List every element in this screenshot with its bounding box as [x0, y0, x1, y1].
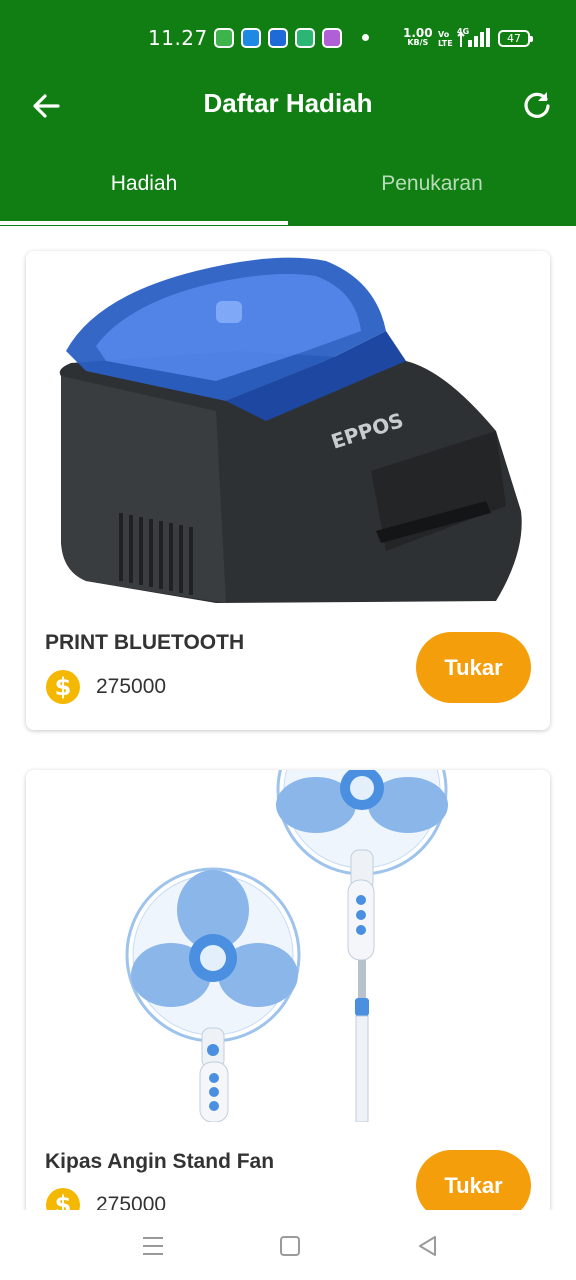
- thermal-printer-image: EPPOS: [26, 251, 550, 603]
- notification-app-icon: [295, 28, 315, 48]
- back-triangle-icon[interactable]: [414, 1232, 442, 1260]
- status-bar: 11.27 1.00 KB/S Vo LTE 4G 47: [0, 0, 576, 78]
- tukar-button[interactable]: Tukar: [416, 632, 531, 703]
- more-notifications-dot-icon: [362, 34, 369, 41]
- refresh-button[interactable]: [520, 88, 554, 122]
- reward-card: Kipas Angin Stand Fan $ 275000 Tukar: [26, 770, 550, 1250]
- stand-fan-image: [26, 770, 550, 1122]
- status-time: 11.27: [148, 26, 208, 50]
- item-name: Kipas Angin Stand Fan: [45, 1150, 275, 1173]
- tab-indicator: [0, 221, 288, 225]
- battery-level: 47: [507, 32, 521, 45]
- battery-icon: 47: [498, 30, 533, 47]
- refresh-icon: [524, 92, 550, 118]
- page-title: Daftar Hadiah: [203, 88, 373, 118]
- app-bar: Daftar Hadiah Hadiah Penukaran: [0, 78, 576, 226]
- item-points: 275000: [96, 675, 167, 698]
- tab-penukaran[interactable]: Penukaran: [288, 172, 576, 196]
- reward-card: EPPOS PRINT BLUETOOTH $ 275000 Tukar: [26, 251, 550, 730]
- net-speed-unit: KB/S: [407, 38, 429, 47]
- system-nav-bar: [0, 1210, 576, 1280]
- signal-icon: 4G: [457, 27, 490, 47]
- notification-app-icon: [214, 28, 234, 48]
- tab-hadiah[interactable]: Hadiah: [0, 172, 288, 196]
- notification-app-icon: [322, 28, 342, 48]
- notification-app-icon: [241, 28, 261, 48]
- volte-label: Vo LTE: [438, 30, 453, 48]
- coin-icon: $: [46, 670, 80, 704]
- home-icon[interactable]: [276, 1232, 304, 1260]
- net-speed: 1.00 KB/S: [403, 27, 433, 48]
- menu-icon[interactable]: [139, 1232, 167, 1260]
- notification-app-icon: [268, 28, 288, 48]
- notification-icons: [214, 28, 342, 48]
- item-name: PRINT BLUETOOTH: [45, 631, 245, 654]
